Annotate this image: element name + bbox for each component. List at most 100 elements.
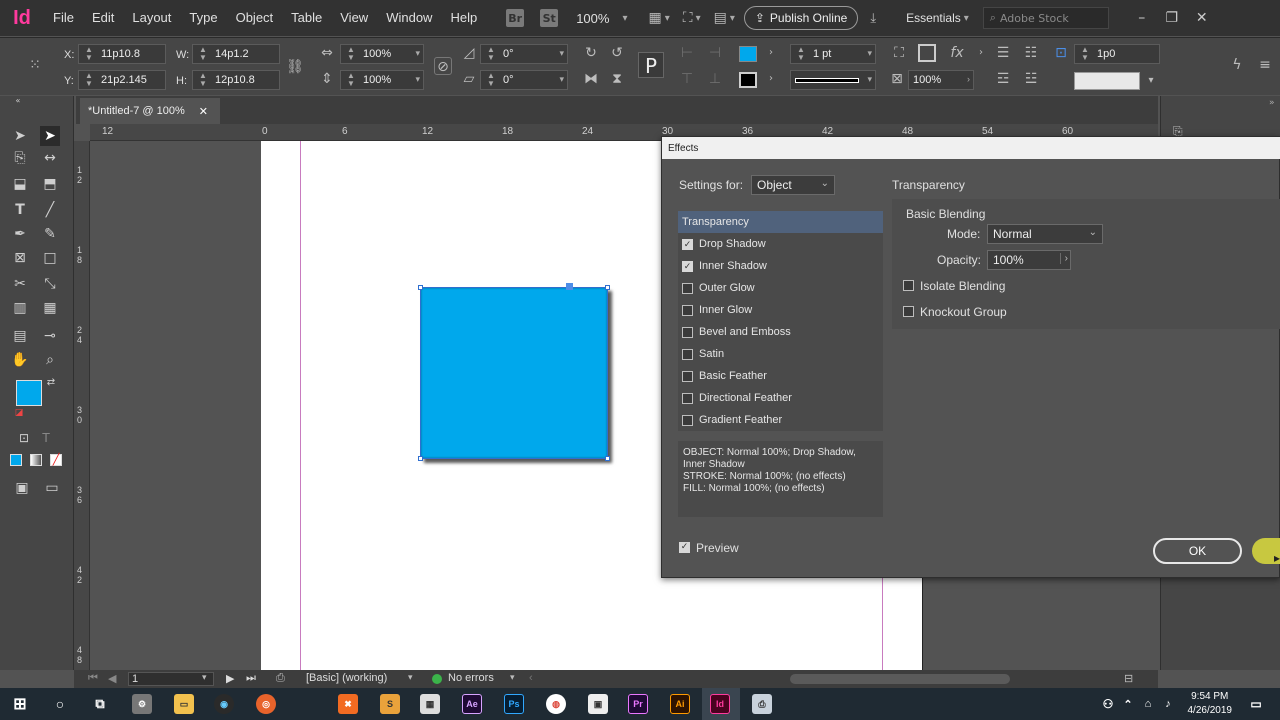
- scroll-left-icon[interactable]: ‹: [529, 672, 533, 684]
- rotate-dropdown-icon[interactable]: ▾: [559, 48, 564, 59]
- menu-object[interactable]: Object: [227, 0, 283, 36]
- object-style-field[interactable]: [1074, 72, 1140, 90]
- free-transform-tool-icon[interactable]: ⤡: [40, 274, 60, 294]
- opacity-dropdown-icon[interactable]: ›: [967, 74, 970, 84]
- fill-swatch[interactable]: [739, 46, 757, 62]
- corner-options-icon[interactable]: ⊡: [1052, 44, 1070, 62]
- effect-bevel-and-emboss[interactable]: Bevel and Emboss: [678, 321, 883, 343]
- effect-drop-shadow[interactable]: ✓ Drop Shadow: [678, 233, 883, 255]
- x-position-field[interactable]: ▲ ▼ 11p10.8: [78, 44, 166, 64]
- page-tool-icon[interactable]: ⎘: [10, 148, 30, 168]
- line-tool-icon[interactable]: ╱: [40, 200, 60, 220]
- menu-layout[interactable]: Layout: [123, 0, 180, 36]
- gap-tool-icon[interactable]: ↔: [40, 148, 60, 168]
- content-placer-tool-icon[interactable]: ⬒: [40, 174, 60, 194]
- formatting-text-icon[interactable]: T: [36, 428, 56, 448]
- width-field[interactable]: ▲ ▼ 14p1.2: [192, 44, 280, 64]
- zoom-tool-icon[interactable]: ⌕: [40, 350, 60, 370]
- publish-options-icon[interactable]: ⤓: [870, 11, 876, 26]
- split-layout-icon[interactable]: ⊟: [1124, 672, 1133, 685]
- direct-selection-tool-icon[interactable]: ➤: [40, 126, 60, 146]
- wrap-options-icon[interactable]: ☳: [1022, 70, 1040, 88]
- effect-basic-feather[interactable]: Basic Feather: [678, 365, 883, 387]
- gradient-swatch-tool-icon[interactable]: ▥: [10, 298, 30, 318]
- satin-checkbox[interactable]: [682, 348, 693, 360]
- effect-directional-feather[interactable]: Directional Feather: [678, 387, 883, 409]
- bridge-icon[interactable]: Br: [506, 9, 525, 27]
- effect-outer-glow[interactable]: Outer Glow: [678, 277, 883, 299]
- collapse-tools-icon[interactable]: «: [8, 96, 28, 106]
- x-stepper-icon[interactable]: ▲ ▼: [82, 46, 96, 62]
- app-icon-1[interactable]: ⚙: [132, 694, 152, 714]
- effect-satin[interactable]: Satin: [678, 343, 883, 365]
- stroke-type-field[interactable]: ▾: [790, 70, 876, 90]
- people-icon[interactable]: ⚇: [1098, 694, 1118, 714]
- rotation-angle-field[interactable]: ▲ ▼ 0° ▾: [480, 44, 568, 64]
- effect-transparency[interactable]: Transparency: [678, 211, 883, 233]
- align-bottom-icon[interactable]: ⊥: [706, 70, 724, 88]
- handle-top-right[interactable]: [605, 285, 610, 290]
- fill-color-swatch[interactable]: [16, 380, 42, 406]
- vertical-ruler[interactable]: 1 2 1 8 2 4 3 0 3 6 4 2 4 8: [74, 141, 90, 670]
- app-icon-4[interactable]: ▣: [588, 694, 608, 714]
- isolate-blending-checkbox[interactable]: [903, 280, 914, 291]
- screen-mode-chevron-icon[interactable]: ▾: [696, 13, 701, 24]
- menu-window[interactable]: Window: [377, 0, 441, 36]
- document-tab[interactable]: *Untitled-7 @ 100% ✕: [80, 98, 220, 124]
- swap-fill-stroke-icon[interactable]: ⇄: [44, 376, 58, 390]
- arrange-documents-icon[interactable]: ▤: [714, 10, 727, 26]
- gradient-feather-tool-icon[interactable]: ▦: [40, 298, 60, 318]
- object-style-dropdown-icon[interactable]: ▾: [1142, 72, 1160, 90]
- scale-x-stepper-icon[interactable]: ▲ ▼: [344, 46, 358, 62]
- align-left-icon[interactable]: ⊢: [678, 44, 696, 62]
- selection-tool-icon[interactable]: ➤: [10, 126, 30, 146]
- chrome-icon[interactable]: ◍: [546, 694, 566, 714]
- ok-button[interactable]: OK: [1153, 538, 1242, 564]
- app-icon-5[interactable]: ⎙: [752, 694, 772, 714]
- after-effects-icon[interactable]: Ae: [462, 694, 482, 714]
- default-fill-stroke-icon[interactable]: ◪: [12, 406, 26, 420]
- last-page-icon[interactable]: ⏭: [246, 672, 256, 685]
- close-tab-icon[interactable]: ✕: [199, 105, 208, 118]
- file-explorer-icon[interactable]: ▭: [174, 694, 194, 714]
- shear-dropdown-icon[interactable]: ▾: [559, 74, 564, 85]
- scale-x-dropdown-icon[interactable]: ▾: [415, 48, 420, 59]
- inner-glow-checkbox[interactable]: [682, 304, 693, 316]
- stock-icon[interactable]: St: [540, 9, 559, 27]
- scale-y-dropdown-icon[interactable]: ▾: [415, 74, 420, 85]
- outer-glow-checkbox[interactable]: [682, 282, 693, 294]
- link-scale-icon[interactable]: ⊘: [434, 57, 452, 75]
- effect-inner-shadow[interactable]: ✓ Inner Shadow: [678, 255, 883, 277]
- windows-start-icon[interactable]: ⊞: [10, 694, 30, 714]
- preview-label[interactable]: Preview: [696, 541, 739, 555]
- apply-gradient-icon[interactable]: [30, 454, 42, 466]
- align-top-icon[interactable]: ⊤: [678, 70, 696, 88]
- quick-apply-icon[interactable]: ϟ: [1228, 56, 1246, 74]
- drop-shadow-checkbox[interactable]: ✓: [682, 238, 693, 250]
- rotate-ccw-icon[interactable]: ↺: [608, 44, 626, 62]
- menu-help[interactable]: Help: [441, 0, 486, 36]
- notifications-icon[interactable]: ▭: [1246, 694, 1266, 714]
- view-options-chevron-icon[interactable]: ▾: [665, 13, 670, 24]
- opacity-slider-toggle-icon[interactable]: ›: [1059, 253, 1068, 264]
- screen-mode-icon[interactable]: ⛶: [683, 10, 693, 26]
- indesign-taskbar-icon[interactable]: Id: [710, 694, 730, 714]
- frame-fitting-icon[interactable]: ⛶: [890, 44, 908, 62]
- scale-x-field[interactable]: ▲ ▼ 100% ▾: [340, 44, 424, 64]
- open-document-page-icon[interactable]: ⎙: [276, 672, 285, 685]
- view-options-icon[interactable]: ▦: [648, 10, 661, 26]
- first-page-icon[interactable]: ⏮: [88, 672, 98, 685]
- panel-menu-icon[interactable]: ≡: [1256, 56, 1274, 74]
- scale-y-field[interactable]: ▲ ▼ 100% ▾: [340, 70, 424, 90]
- close-icon[interactable]: ✕: [1187, 10, 1217, 26]
- y-stepper-icon[interactable]: ▲ ▼: [82, 72, 96, 88]
- drop-shadow-toggle-icon[interactable]: [918, 44, 936, 62]
- menu-view[interactable]: View: [331, 0, 377, 36]
- handle-top-left[interactable]: [418, 285, 423, 290]
- system-clock[interactable]: 9:54 PM 4/26/2019: [1188, 690, 1233, 718]
- network-icon[interactable]: ⌂: [1138, 694, 1158, 714]
- preflight-dropdown-icon[interactable]: ▾: [510, 672, 515, 683]
- knockout-group-checkbox[interactable]: [903, 306, 914, 317]
- flip-vertical-icon[interactable]: ⧗: [608, 70, 626, 88]
- type-tool-icon[interactable]: T: [10, 200, 30, 220]
